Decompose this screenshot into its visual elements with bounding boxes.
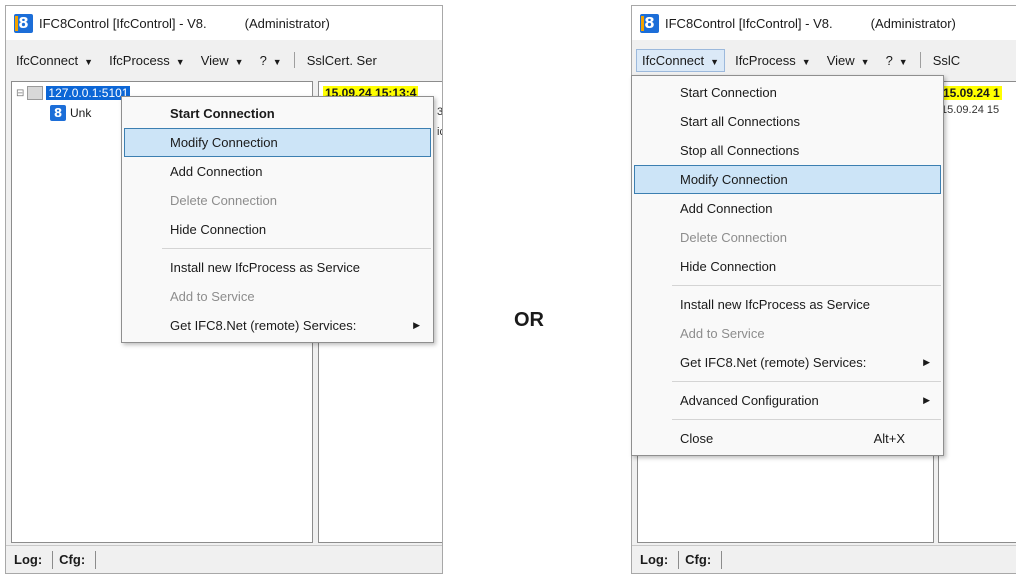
ifc8-logo-icon: 8 [14, 13, 33, 33]
menu-bar: IfcConnect ▼ IfcProcess ▼ View ▼ ? ▼ SslC [632, 46, 1016, 74]
menu-ifcconnect[interactable]: IfcConnect ▼ [636, 48, 726, 72]
cfg-label[interactable]: Cfg: [685, 552, 711, 567]
status-bar: Log: Cfg: [6, 545, 442, 573]
menu-ifcprocess-label: IfcProcess [109, 52, 170, 68]
menu-separator [672, 419, 941, 420]
menu-separator [162, 248, 431, 249]
status-divider [721, 550, 723, 569]
caret-down-icon: ▼ [234, 56, 244, 67]
menu-hide-connection[interactable]: Hide Connection [124, 215, 431, 244]
log-pane[interactable]: 15.09.24 1 15.09.24 15 [938, 81, 1016, 543]
menu-ifcprocess-label: IfcProcess [735, 52, 796, 68]
menu-install-service[interactable]: Install new IfcProcess as Service [634, 290, 941, 319]
menu-view[interactable]: View ▼ [821, 49, 876, 72]
log-text-fragment: ic [437, 126, 442, 138]
tree-child-node[interactable]: 8 Unk [50, 105, 91, 121]
menu-help[interactable]: ? ▼ [254, 49, 288, 72]
menu-add-to-service: Add to Service [170, 289, 255, 304]
menu-start-connection[interactable]: Start Connection [634, 78, 941, 107]
tree-child-label[interactable]: Unk [70, 106, 91, 120]
menu-get-services[interactable]: Get IFC8.Net (remote) Services: ▶ [124, 311, 431, 340]
menu-view-label: View [826, 52, 855, 68]
status-divider [52, 550, 54, 569]
cfg-label[interactable]: Cfg: [59, 552, 85, 567]
menu-ifcconnect-label: IfcConnect [16, 52, 79, 68]
tree-root-label[interactable]: 127.0.0.1:5101 [46, 86, 131, 100]
or-separator: OR [514, 309, 544, 331]
menu-help-label: ? [885, 52, 893, 68]
menu-ifcprocess[interactable]: IfcProcess ▼ [729, 49, 817, 72]
menu-view-label: View [200, 52, 229, 68]
menu-get-services-label: Get IFC8.Net (remote) Services: [680, 355, 867, 370]
menu-hide-connection[interactable]: Hide Connection [634, 252, 941, 281]
window-title: IFC8Control [IfcControl] - V8. [39, 15, 207, 31]
triangle-right-icon: ▶ [923, 395, 930, 405]
triangle-right-icon: ▶ [413, 320, 420, 330]
log-label[interactable]: Log: [640, 552, 668, 567]
ifcconnect-dropdown: Start Connection Start all Connections S… [631, 75, 944, 456]
triangle-right-icon: ▶ [923, 357, 930, 367]
menu-view[interactable]: View ▼ [195, 49, 250, 72]
caret-down-icon: ▼ [801, 56, 811, 67]
title-bar: 8 IFC8Control [IfcControl] - V8. (Admini… [632, 6, 1016, 40]
menu-divider [919, 52, 921, 68]
menu-modify-connection[interactable]: Modify Connection [124, 128, 431, 157]
menu-modify-connection[interactable]: Modify Connection [634, 165, 941, 194]
menu-stop-all-connections[interactable]: Stop all Connections [634, 136, 941, 165]
ifc8-logo-icon: 8 [50, 105, 66, 121]
menu-delete-connection: Delete Connection [170, 193, 277, 208]
menu-advanced-configuration[interactable]: Advanced Configuration ▶ [634, 386, 941, 415]
menu-bar: IfcConnect ▼ IfcProcess ▼ View ▼ ? ▼ SslCert… [6, 46, 442, 74]
menu-add-connection[interactable]: Add Connection [124, 157, 431, 186]
menu-sslcert[interactable]: SslC [927, 49, 966, 72]
menu-help[interactable]: ? ▼ [880, 49, 914, 72]
menu-advanced-label: Advanced Configuration [680, 393, 819, 408]
menu-add-connection[interactable]: Add Connection [634, 194, 941, 223]
caret-down-icon: ▼ [860, 56, 870, 67]
menu-separator [672, 285, 941, 286]
menu-ifcconnect-label: IfcConnect [642, 52, 705, 68]
caret-down-icon: ▼ [175, 56, 185, 67]
menu-ifcconnect[interactable]: IfcConnect ▼ [10, 49, 99, 72]
menu-close[interactable]: Close Alt+X [634, 424, 941, 453]
admin-label: (Administrator) [870, 15, 956, 31]
context-menu: Start Connection Modify Connection Add C… [121, 96, 434, 343]
menu-add-to-service: Add to Service [680, 326, 765, 341]
log-text-fragment: 15.09.24 15 [941, 104, 1000, 116]
log-label[interactable]: Log: [14, 552, 42, 567]
menu-get-services-label: Get IFC8.Net (remote) Services: [170, 318, 357, 333]
tree-root-node[interactable]: ⊟ 127.0.0.1:5101 [16, 86, 131, 100]
menu-close-label: Close [680, 431, 714, 446]
menu-ifcprocess[interactable]: IfcProcess ▼ [103, 49, 191, 72]
menu-install-service[interactable]: Install new IfcProcess as Service [124, 253, 431, 282]
menu-start-all-connections[interactable]: Start all Connections [634, 107, 941, 136]
caret-down-icon: ▼ [710, 56, 720, 67]
caret-down-icon: ▼ [84, 56, 94, 67]
caret-down-icon: ▼ [272, 56, 282, 67]
window-title: IFC8Control [IfcControl] - V8. [665, 15, 833, 31]
close-shortcut: Alt+X [873, 431, 905, 446]
menu-sslcert[interactable]: SslCert. Ser [301, 49, 383, 72]
caret-down-icon: ▼ [898, 56, 908, 67]
status-divider [95, 550, 97, 569]
log-date-highlight: 15.09.24 1 [941, 86, 1002, 100]
menu-separator [672, 381, 941, 382]
menu-delete-connection: Delete Connection [680, 230, 787, 245]
ifc8-logo-icon: 8 [640, 13, 659, 33]
tree-collapse-icon[interactable]: ⊟ [16, 88, 24, 99]
status-divider [678, 550, 680, 569]
menu-get-services[interactable]: Get IFC8.Net (remote) Services: ▶ [634, 348, 941, 377]
menu-divider [293, 52, 295, 68]
log-text-fragment: 3 [437, 106, 443, 118]
status-bar: Log: Cfg: [632, 545, 1016, 573]
menu-help-label: ? [259, 52, 267, 68]
computer-icon [27, 86, 44, 100]
title-bar: 8 IFC8Control [IfcControl] - V8. (Admini… [6, 6, 442, 40]
admin-label: (Administrator) [244, 15, 330, 31]
menu-start-connection[interactable]: Start Connection [124, 99, 431, 128]
